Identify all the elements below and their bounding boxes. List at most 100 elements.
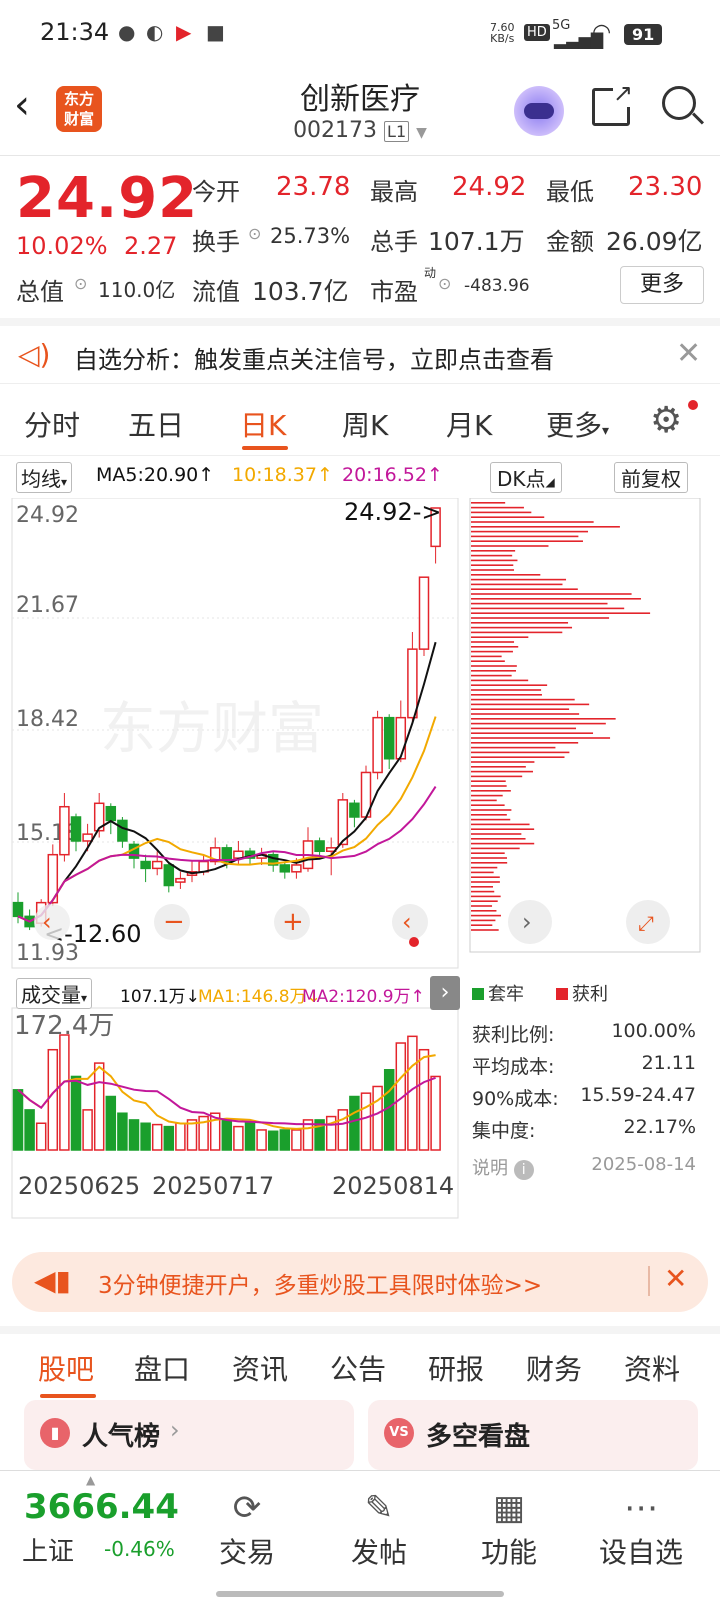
scroll-start-button[interactable] <box>34 904 70 940</box>
chip-bar <box>471 722 606 725</box>
expand-panel-button[interactable]: › <box>430 976 460 1010</box>
active-tab-indicator <box>40 1394 96 1398</box>
long-short-card[interactable]: VS 多空看盘 <box>368 1400 698 1470</box>
chip-bar <box>471 857 507 859</box>
amount-value: 26.09亿 <box>606 227 703 256</box>
tab-minute[interactable]: 分时 <box>24 404 80 444</box>
expand-icon: ⤢ <box>638 911 654 935</box>
notice-text[interactable]: 自选分析：触发重点关注信号，立即点击查看 <box>74 340 554 375</box>
chip-bar <box>471 622 569 624</box>
nav-post[interactable]: ✎ 发帖 <box>334 1485 424 1571</box>
open-value: 23.78 <box>276 172 351 202</box>
chip-bar <box>471 900 498 902</box>
app-icon: ◐ <box>146 20 164 44</box>
nav-functions[interactable]: ▦ 功能 <box>464 1485 554 1571</box>
chip-bar <box>471 814 507 816</box>
chip-bar <box>471 612 651 614</box>
chip-bar <box>471 708 570 710</box>
info-icon[interactable]: ⊙ <box>74 274 87 293</box>
tab-guba[interactable]: 股吧 <box>38 1348 94 1388</box>
info-icon[interactable]: ⊙ <box>248 224 261 243</box>
chip-bar <box>471 502 506 504</box>
bag-icon: ■ <box>206 20 225 44</box>
volume-bar <box>267 1130 279 1151</box>
chip-bar <box>471 617 610 619</box>
chip-bar <box>471 799 497 802</box>
home-indicator <box>216 1591 504 1597</box>
volume-bar <box>35 1122 47 1151</box>
megaphone-icon: ◀▮ <box>34 1264 71 1297</box>
tab-pankou[interactable]: 盘口 <box>134 1348 190 1388</box>
chip-bar <box>471 694 542 696</box>
index-value[interactable]: 3666.44 <box>24 1487 179 1527</box>
chip-bar <box>471 886 493 888</box>
tab-daily-k[interactable]: 日K <box>240 404 286 444</box>
chip-bar <box>471 895 501 898</box>
ma-select[interactable]: 均线▾ <box>16 462 73 493</box>
gear-icon[interactable]: ⚙ <box>650 400 682 441</box>
chip-bar <box>471 526 620 528</box>
share-icon[interactable]: ↗ <box>592 79 633 126</box>
tab-finance[interactable]: 财务 <box>526 1348 582 1388</box>
chip-bar <box>471 665 517 667</box>
chip-stat-label: 集中度: <box>472 1120 536 1142</box>
chip-note[interactable]: 说明 i <box>472 1154 534 1180</box>
chip-bar <box>471 766 526 768</box>
volume-bar <box>279 1129 291 1151</box>
vs-icon: VS <box>384 1418 414 1448</box>
dk-select[interactable]: DK点◢ <box>490 462 562 493</box>
close-icon[interactable]: ✕ <box>664 1262 687 1295</box>
tab-five-day[interactable]: 五日 <box>128 404 184 444</box>
legend-profit: 获利 <box>556 980 608 1006</box>
close-icon[interactable]: ✕ <box>676 336 701 371</box>
volume-select[interactable]: 成交量▾ <box>16 978 93 1009</box>
legend-trap: 套牢 <box>472 980 524 1006</box>
info-icon[interactable]: ⊙ <box>438 274 451 293</box>
hd-badge: HD <box>524 24 550 41</box>
popularity-card[interactable]: ▮ 人气榜 › <box>24 1400 354 1470</box>
volume-bar <box>221 1119 233 1151</box>
volume-bar <box>128 1119 140 1151</box>
stock-code[interactable]: 002173 L1 ▼ <box>210 118 510 143</box>
volume-bar <box>70 1075 82 1151</box>
assistant-robot-icon[interactable] <box>514 86 564 136</box>
chip-bar <box>471 521 594 523</box>
search-icon[interactable] <box>662 86 705 125</box>
back-icon[interactable]: ‹ <box>14 82 30 128</box>
notice-bar[interactable]: ◁) 自选分析：触发重点关注信号，立即点击查看 ✕ <box>0 318 720 384</box>
pe-value: -483.96 <box>464 276 530 296</box>
date-label: 20250717 <box>152 1172 274 1200</box>
chip-bar <box>471 593 632 595</box>
info-icon: i <box>513 1160 534 1180</box>
notification-dot <box>688 400 698 410</box>
grid-icon: ▦ <box>492 1488 526 1528</box>
banner-text[interactable]: 3分钟便捷开户，多重炒股工具限时体验>> <box>98 1266 542 1300</box>
adjust-select[interactable]: 前复权 <box>614 462 688 493</box>
tab-research[interactable]: 研报 <box>428 1348 484 1388</box>
divider <box>648 1266 650 1296</box>
tab-weekly-k[interactable]: 周K <box>342 404 388 444</box>
index-name[interactable]: 上证 <box>22 1531 74 1568</box>
minus-icon: − <box>163 907 185 937</box>
promo-banner[interactable]: ◀▮ 3分钟便捷开户，多重炒股工具限时体验>> ✕ <box>12 1252 708 1312</box>
tab-news[interactable]: 资讯 <box>232 1348 288 1388</box>
period-tabs: 分时 五日 日K 周K 月K 更多▾ ⚙ <box>0 392 720 456</box>
tab-profile[interactable]: 资料 <box>624 1348 680 1388</box>
nav-add-watchlist[interactable]: ⋯ 设自选 <box>596 1485 686 1571</box>
tab-monthly-k[interactable]: 月K <box>446 404 492 444</box>
chip-stat-label: 90%成本: <box>472 1088 559 1110</box>
chip-bar <box>471 828 535 830</box>
app-logo[interactable]: 东方 财富 <box>56 86 102 132</box>
notification-dot <box>409 937 419 947</box>
chip-bar <box>471 924 493 926</box>
vol-ma2-value: MA2:120.9万↑ <box>302 987 425 1007</box>
nav-trade[interactable]: ⟳ 交易 <box>202 1485 292 1571</box>
y-label: 18.42 <box>16 707 79 732</box>
more-button[interactable]: 更多 <box>620 266 704 304</box>
chip-bar <box>471 574 541 576</box>
chip-bar <box>471 631 563 634</box>
tab-announcements[interactable]: 公告 <box>330 1348 386 1388</box>
chip-bar <box>471 818 511 821</box>
tab-more[interactable]: 更多▾ <box>546 404 609 444</box>
status-time: 21:34 <box>40 18 110 46</box>
